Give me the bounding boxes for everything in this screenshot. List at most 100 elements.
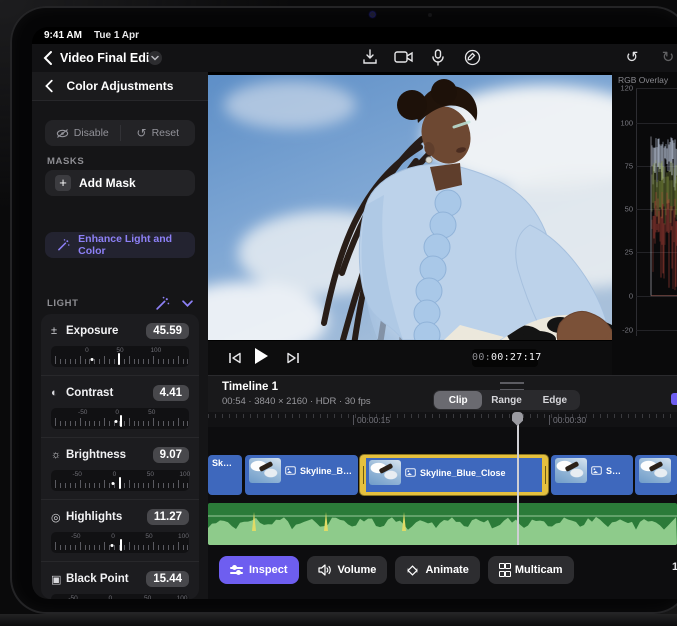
- next-frame-icon[interactable]: [284, 349, 302, 367]
- reset-icon: ↺: [137, 126, 147, 140]
- timecode-display: 00:00:27:17: [472, 349, 538, 367]
- slider-contrast: ◐Contrast4.41 -50050: [41, 378, 199, 438]
- plus-icon: +: [55, 175, 71, 191]
- slider-ruler[interactable]: 050100: [51, 346, 189, 367]
- slider-ruler[interactable]: -50050: [51, 408, 189, 429]
- toolbar-right: ↺↻: [622, 47, 677, 67]
- timeline-name: Timeline 1: [222, 381, 278, 393]
- disable-button[interactable]: Disable: [45, 120, 120, 146]
- button-label: Inspect: [249, 564, 288, 576]
- enhance-light-color-button[interactable]: Enhance Light and Color: [45, 232, 195, 258]
- timeline-clip-Skyline_Blue_Close[interactable]: Skyline_Blue_Close: [360, 455, 548, 495]
- clip-thumbnail: [639, 458, 671, 483]
- annotate-icon[interactable]: [462, 47, 482, 67]
- undo-icon[interactable]: ↺: [622, 47, 642, 67]
- scope-waveform: [612, 72, 677, 375]
- animate-button[interactable]: Animate: [395, 556, 479, 584]
- mode-edge[interactable]: Edge: [531, 391, 579, 409]
- project-menu-chevron-icon[interactable]: [148, 51, 162, 65]
- brightness-icon: ☼: [51, 449, 66, 461]
- timeline-clip-S[interactable]: S……: [551, 455, 633, 495]
- timeline-meta: 00:54 · 3840 × 2160 · HDR · 30 fps: [222, 396, 371, 407]
- timeline-section: Timeline 1 00:54 · 3840 × 2160 · HDR · 3…: [208, 375, 677, 599]
- button-label: Multicam: [515, 564, 563, 576]
- sensor-dot: [428, 13, 432, 17]
- slider-label: Brightness: [66, 449, 153, 461]
- ruler-timecode-label: 00:00:30: [549, 415, 586, 425]
- timeline-clip-Skyline_Blue_Wide[interactable]: Skyline_Blue_Wide: [245, 455, 358, 495]
- slider-value-badge[interactable]: 11.27: [147, 509, 189, 525]
- preview-frame-art: [208, 75, 612, 340]
- timeline-clip[interactable]: [635, 455, 677, 495]
- clip-thumbnail: [555, 458, 587, 483]
- slider-thumb[interactable]: [118, 353, 120, 365]
- slider-thumb[interactable]: [120, 415, 122, 427]
- inspect-icon: [230, 567, 243, 574]
- slider-black-point: ▣Black Point15.44-50050100: [41, 564, 199, 599]
- masks-section-label: MASKS: [47, 156, 84, 167]
- disable-reset-control: Disable ↺ Reset: [45, 120, 195, 146]
- slider-value-badge[interactable]: 15.44: [146, 571, 189, 587]
- button-label: Volume: [338, 564, 377, 576]
- video-preview[interactable]: [208, 72, 612, 341]
- button-label: Animate: [425, 564, 468, 576]
- color-adjustments-panel: Color Adjustments Disable ↺ Reset MASKS …: [32, 72, 208, 599]
- status-bar: 9:41 AM Tue 1 Apr: [32, 27, 677, 44]
- light-wand-icon[interactable]: [155, 296, 170, 311]
- mic-icon[interactable]: [428, 47, 448, 67]
- light-collapse-chevron-icon[interactable]: [182, 300, 193, 307]
- slider-value-badge[interactable]: 9.07: [153, 447, 189, 463]
- clip-name: Skyline_Blue_Wide: [300, 466, 354, 476]
- mode-clip[interactable]: Clip: [434, 391, 482, 409]
- slider-ruler[interactable]: -50050100: [51, 532, 189, 553]
- timeline-header: Timeline 1 00:54 · 3840 × 2160 · HDR · 3…: [208, 375, 677, 413]
- multicam-button[interactable]: Multicam: [488, 556, 574, 584]
- front-camera-dot: [370, 12, 375, 17]
- clipped-edge-button[interactable]: [671, 393, 677, 405]
- magic-wand-icon: [57, 238, 70, 252]
- slider-ruler[interactable]: -50050100: [51, 594, 189, 599]
- multicam-icon: [499, 563, 509, 577]
- status-date: Tue 1 Apr: [94, 30, 139, 41]
- ruler-timecode-label: 00:00:15: [353, 415, 390, 425]
- rgb-overlay-scope: RGB Overlay 1201007550250-20: [612, 72, 677, 375]
- timeline-clip-Sk[interactable]: Sk……: [208, 455, 242, 495]
- status-time: 9:41 AM: [44, 30, 82, 41]
- audio-waveform-track[interactable]: [208, 503, 677, 545]
- redo-icon[interactable]: ↻: [658, 47, 677, 67]
- slider-label: Contrast: [66, 387, 153, 399]
- edit-mode-segmented-control: ClipRangeEdge: [433, 390, 580, 410]
- slider-value-badge[interactable]: 45.59: [146, 323, 189, 339]
- slider-value-badge[interactable]: 4.41: [153, 385, 189, 401]
- inspect-button[interactable]: Inspect: [219, 556, 299, 584]
- clip-media-icon: [285, 466, 296, 475]
- trim-handle-left[interactable]: [360, 458, 366, 492]
- camera-icon[interactable]: [394, 47, 414, 67]
- volume-icon: [318, 564, 332, 576]
- slider-brightness: ☼Brightness9.07 -50050100: [41, 440, 199, 500]
- trim-handle-right[interactable]: [542, 458, 548, 492]
- back-chevron-icon[interactable]: [40, 49, 58, 67]
- previous-frame-icon[interactable]: [226, 349, 244, 367]
- slider-thumb[interactable]: [119, 477, 121, 489]
- clip-name: S……: [606, 466, 629, 476]
- slider-exposure: ±Exposure45.59050100: [41, 316, 199, 376]
- project-title: Video Final Edit: [60, 51, 154, 65]
- panel-back-chevron-icon[interactable]: [42, 78, 58, 94]
- screen: 9:41 AM Tue 1 Apr Video Final Edit ↺↻ Co…: [32, 27, 677, 599]
- slider-label: Exposure: [66, 325, 146, 337]
- slider-thumb[interactable]: [120, 539, 122, 551]
- playhead-line[interactable]: [517, 412, 519, 545]
- import-icon[interactable]: [360, 47, 380, 67]
- contrast-icon: ◐: [51, 387, 66, 399]
- highlights-icon: ◎: [51, 511, 66, 524]
- play-button-icon[interactable]: [252, 347, 270, 365]
- volume-button[interactable]: Volume: [307, 556, 388, 584]
- mode-range[interactable]: Range: [482, 391, 530, 409]
- timeline-ruler[interactable]: 00:00:15 00:00:30: [208, 412, 677, 427]
- slider-ruler[interactable]: -50050100: [51, 470, 189, 491]
- title-bar: Video Final Edit ↺↻: [32, 44, 677, 73]
- reset-button[interactable]: ↺ Reset: [121, 120, 196, 146]
- clipped-duration-text: 1: [672, 561, 677, 573]
- add-mask-button[interactable]: + Add Mask: [45, 170, 195, 196]
